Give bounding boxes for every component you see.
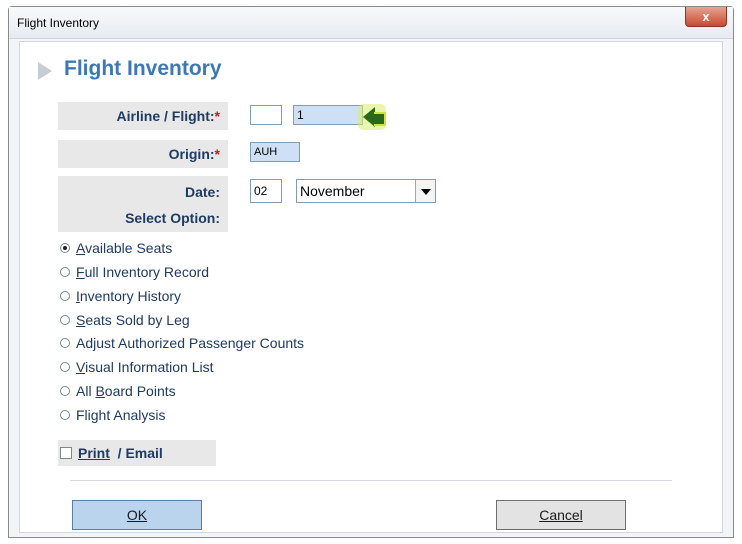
- select-option-label: Select Option:: [125, 210, 220, 226]
- chevron-down-icon[interactable]: [415, 180, 435, 202]
- option-label-rest: ull Inventory Record: [84, 264, 210, 280]
- option-full-inventory-record[interactable]: Full Inventory Record: [60, 262, 209, 282]
- airline-flight-label: Airline / Flight:*: [58, 102, 228, 130]
- option-label: Visual Information List: [76, 359, 214, 375]
- option-label-pre: Ad: [76, 335, 94, 351]
- mnemonic: P: [78, 445, 88, 461]
- option-label: Seats Sold by Leg: [76, 312, 190, 328]
- option-label-pre: All: [76, 383, 96, 399]
- mnemonic: S: [76, 312, 86, 328]
- ok-button[interactable]: OK: [72, 500, 202, 530]
- option-label-rest: nventory History: [79, 288, 182, 304]
- radio[interactable]: [60, 291, 70, 301]
- origin-label-text: Origin:: [168, 146, 215, 162]
- option-label: Flight Analysis: [76, 407, 166, 423]
- print-label: rint: [87, 445, 110, 461]
- radio[interactable]: [60, 386, 70, 396]
- radio[interactable]: [60, 315, 70, 325]
- option-inventory-history[interactable]: Inventory History: [60, 286, 181, 306]
- print-email-checkbox[interactable]: Print / Email: [58, 440, 216, 466]
- date-label-block: Date: Select Option:: [58, 176, 228, 232]
- divider: [70, 480, 672, 481]
- option-label-rest: oard Points: [104, 383, 176, 399]
- flight-inventory-dialog: Flight Inventory x Flight Inventory Airl…: [8, 6, 734, 538]
- radio[interactable]: [60, 410, 70, 420]
- option-label-rest: ust Authorized Passenger Counts: [96, 335, 305, 351]
- option-adjust-authorized-passenger-counts[interactable]: Adjust Authorized Passenger Counts: [60, 333, 304, 353]
- date-label: Date:: [184, 184, 220, 200]
- month-select-value: November: [300, 183, 365, 199]
- option-label-rest: isual Information List: [85, 359, 214, 375]
- checkbox[interactable]: [60, 447, 72, 459]
- option-all-board-points[interactable]: All Board Points: [60, 381, 176, 401]
- email-label: / Email: [109, 445, 163, 461]
- option-label: Available Seats: [76, 240, 172, 256]
- close-button[interactable]: x: [685, 7, 727, 27]
- title-bar[interactable]: Flight Inventory x: [9, 7, 733, 39]
- option-label-rest: vailable Seats: [85, 240, 173, 256]
- mnemonic: V: [76, 359, 86, 375]
- mnemonic: A: [76, 240, 86, 256]
- mnemonic: B: [95, 383, 105, 399]
- option-visual-information-list[interactable]: Visual Information List: [60, 357, 214, 377]
- option-label: All Board Points: [76, 383, 176, 399]
- flight-number-input[interactable]: 1: [293, 105, 363, 125]
- radio[interactable]: [60, 267, 70, 277]
- airline-flight-label-text: Airline / Flight:: [116, 108, 215, 124]
- option-label: Full Inventory Record: [76, 264, 209, 280]
- page-title: Flight Inventory: [64, 57, 222, 80]
- option-label: Inventory History: [76, 288, 181, 304]
- cancel-button[interactable]: Cancel: [496, 500, 626, 530]
- airline-input[interactable]: [250, 105, 282, 125]
- option-label: Adjust Authorized Passenger Counts: [76, 335, 304, 351]
- arrow-left-icon-tail: [374, 112, 386, 126]
- window-title: Flight Inventory: [17, 16, 100, 30]
- option-flight-analysis[interactable]: Flight Analysis: [60, 405, 165, 425]
- radio-selected[interactable]: [60, 243, 70, 253]
- option-available-seats[interactable]: Available Seats: [60, 238, 172, 258]
- mnemonic: F: [76, 264, 85, 280]
- radio[interactable]: [60, 338, 70, 348]
- origin-input[interactable]: AUH: [250, 142, 300, 162]
- dialog-body: Flight Inventory Airline / Flight:* 1 Or…: [19, 41, 723, 533]
- month-select[interactable]: November: [296, 179, 436, 203]
- required-marker: *: [214, 146, 220, 162]
- origin-label: Origin:*: [58, 140, 228, 168]
- radio[interactable]: [60, 362, 70, 372]
- option-seats-sold-by-leg[interactable]: Seats Sold by Leg: [60, 310, 190, 330]
- chevron-right-icon: [38, 62, 52, 80]
- day-input[interactable]: 02: [250, 179, 282, 203]
- required-marker: *: [214, 108, 220, 124]
- option-label-rest: eats Sold by Leg: [85, 312, 190, 328]
